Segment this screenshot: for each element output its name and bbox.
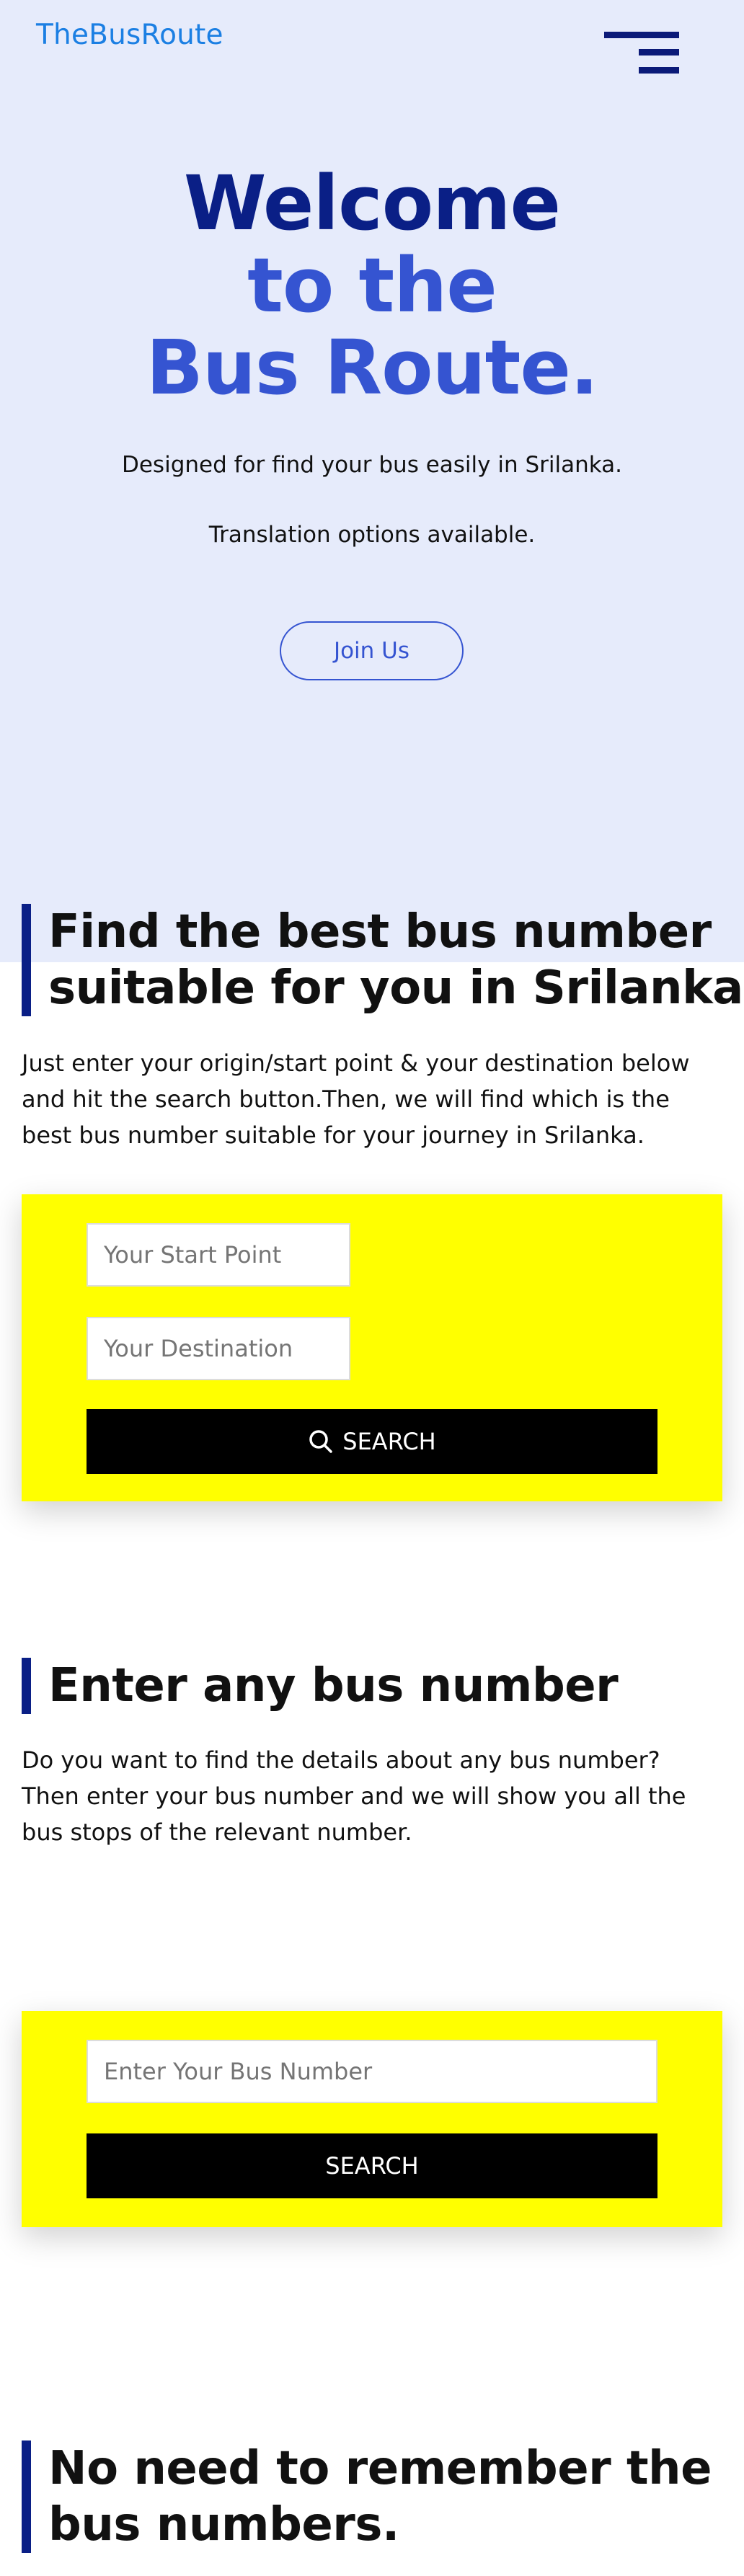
bus-number-title: Enter any bus number bbox=[22, 1658, 619, 1714]
menu-bar bbox=[604, 32, 679, 38]
hamburger-menu-icon[interactable] bbox=[604, 32, 679, 78]
hero-title: Welcome to the Bus Route. bbox=[0, 162, 744, 409]
menu-bar bbox=[639, 49, 679, 55]
search-icon bbox=[309, 1430, 333, 1453]
hero-note: Translation options available. bbox=[208, 522, 536, 548]
brand-logo[interactable]: TheBusRoute bbox=[36, 19, 223, 51]
bus-number-search-label: SEARCH bbox=[325, 2152, 419, 2180]
hero-title-line1: Welcome bbox=[183, 159, 561, 247]
hero-section bbox=[0, 0, 744, 962]
hero-title-line2: to the bbox=[247, 241, 497, 329]
bus-number-title-line: Enter any bus number bbox=[48, 1659, 619, 1713]
route-search-description: Just enter your origin/start point & you… bbox=[22, 1049, 690, 1149]
route-search-button[interactable]: SEARCH bbox=[87, 1409, 657, 1474]
menu-bar bbox=[639, 67, 679, 74]
hero-title-line3: Bus Route. bbox=[146, 324, 599, 412]
route-search-title: Find the best bus number suitable for yo… bbox=[22, 904, 743, 1016]
bus-number-description: Do you want to find the details about an… bbox=[22, 1746, 686, 1846]
route-search-panel: SEARCH bbox=[22, 1194, 722, 1501]
route-search-title-line2: suitable for you in Srilanka bbox=[48, 961, 743, 1015]
join-us-button[interactable]: Join Us bbox=[280, 621, 464, 680]
memory-title-line2: bus numbers. bbox=[48, 2498, 399, 2551]
bus-number-panel: SEARCH bbox=[22, 2011, 722, 2227]
memory-title-line1: No need to remember the bbox=[48, 2442, 712, 2495]
destination-input[interactable] bbox=[87, 1317, 350, 1380]
route-search-title-line1: Find the best bus number bbox=[48, 905, 712, 959]
route-search-label: SEARCH bbox=[342, 1428, 436, 1455]
bus-number-search-button[interactable]: SEARCH bbox=[87, 2133, 657, 2198]
bus-number-input[interactable] bbox=[87, 2040, 657, 2103]
start-point-input[interactable] bbox=[87, 1223, 350, 1287]
hero-subtitle: Designed for find your bus easily in Sri… bbox=[121, 452, 623, 478]
memory-title: No need to remember the bus numbers. bbox=[22, 2440, 712, 2553]
